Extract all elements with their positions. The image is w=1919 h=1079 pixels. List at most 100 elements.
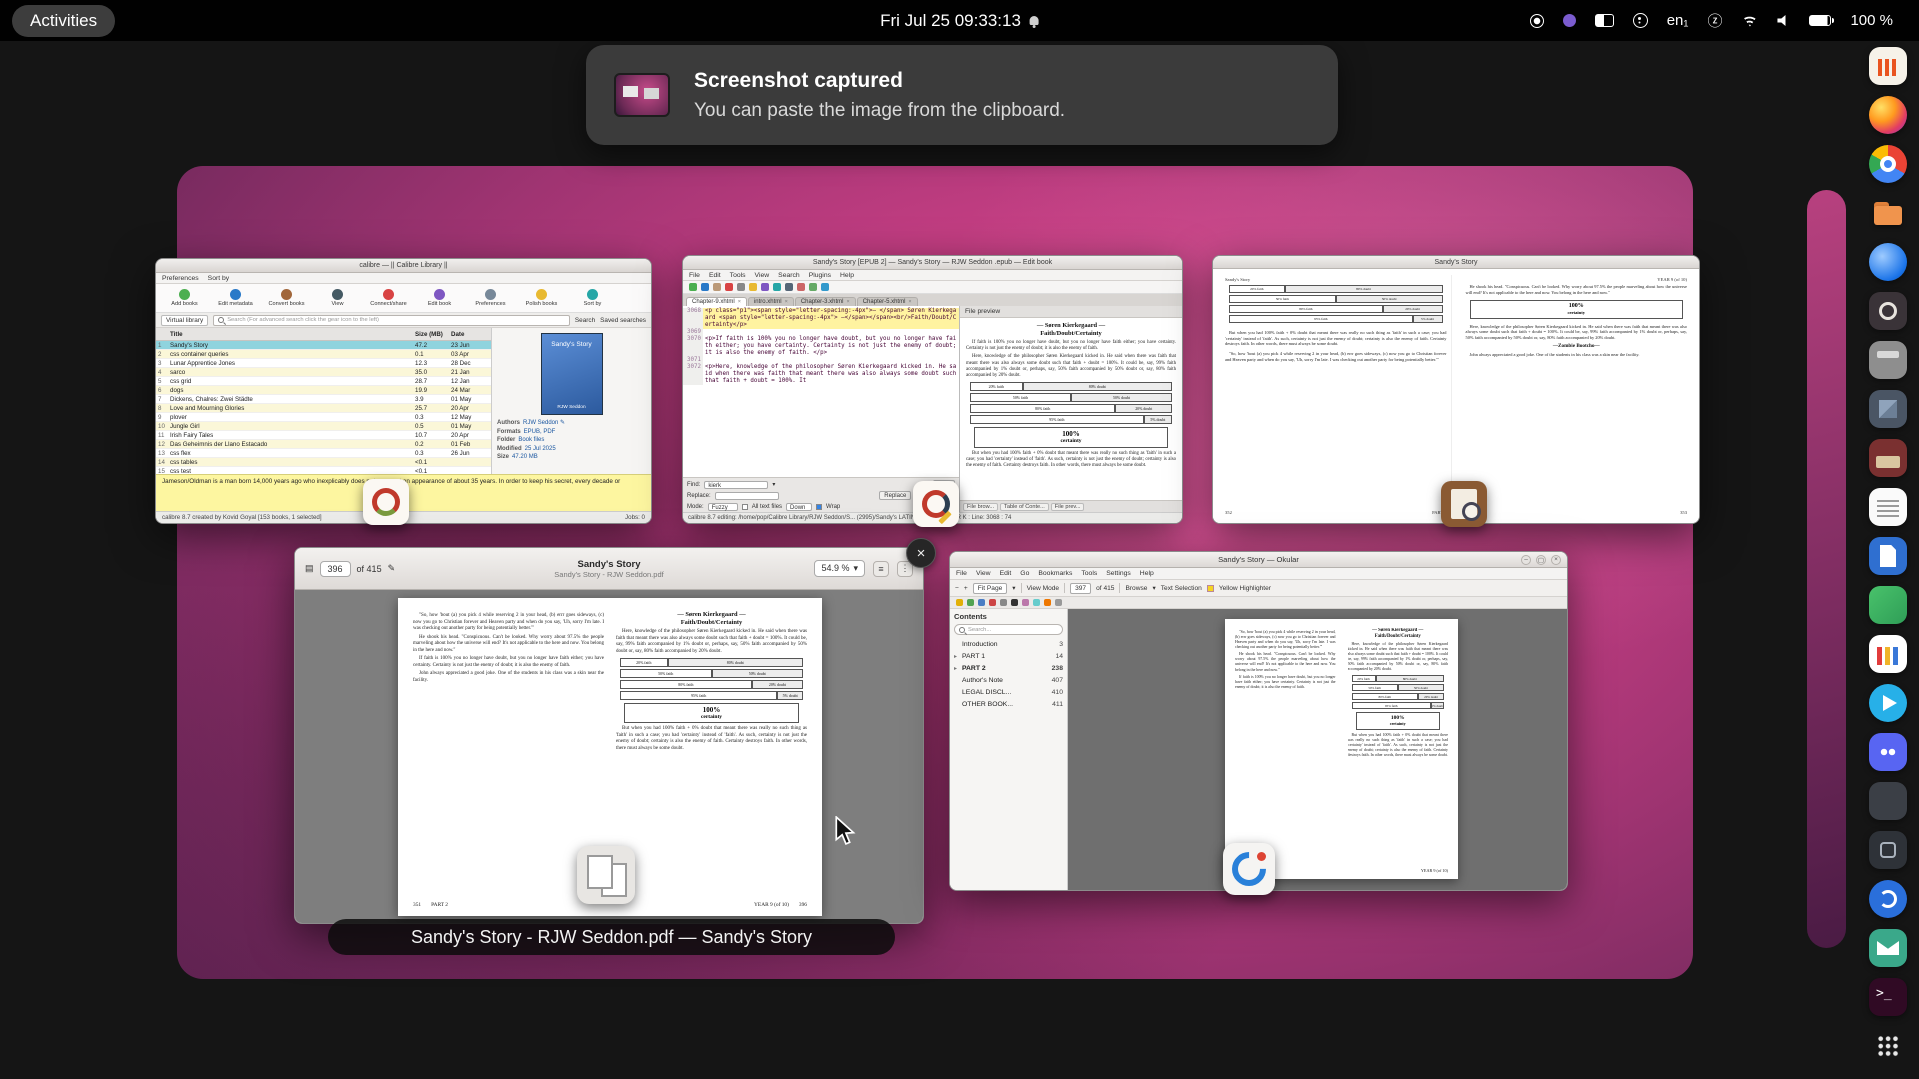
connect-share-button: Connect/share — [365, 289, 412, 307]
menu-file: File — [956, 570, 967, 577]
preferences-button: Preferences — [467, 289, 514, 307]
sort-by-button: Sort by — [569, 289, 616, 307]
dock-radio-icon[interactable] — [1869, 439, 1907, 477]
book-details-panel: Sandy's Story RJW Seddon Authors RJW Seddo… — [492, 328, 651, 474]
input-method-icon[interactable]: ⓩ — [1707, 10, 1722, 31]
dock-firefox-icon[interactable] — [1869, 96, 1907, 134]
annotation-tool-icon — [1022, 599, 1029, 606]
pdf-headerbar: ▤ 396 of 415 ✎ Sandy's Story Sandy's Sto… — [295, 548, 923, 590]
dock-boxes-icon[interactable] — [1869, 390, 1907, 428]
table-row: 15 css test <0.1 — [156, 467, 491, 474]
dock-terminal-icon[interactable] — [1869, 978, 1907, 1016]
accessibility-icon[interactable] — [1632, 13, 1648, 28]
dock-charts-icon[interactable] — [1869, 635, 1907, 673]
page-text: He shook his head. "Conspicuous. Can't b… — [1465, 284, 1688, 295]
window-okular[interactable]: Sandy's Story — Okular – ▢ × File View Edi… — [949, 551, 1568, 891]
okular-page-view: "So, how 'bout (a) you pick 4 while rese… — [1068, 609, 1567, 890]
dock-web-browser-icon[interactable] — [1869, 243, 1907, 281]
dock-chrome-icon[interactable] — [1869, 145, 1907, 183]
all-files-label: All text files — [751, 503, 783, 510]
close-window-button[interactable]: × — [906, 538, 936, 568]
page-text: Here, knowledge of the philosopher Søren… — [1347, 642, 1449, 672]
clock[interactable]: Fri Jul 25 09:33:13 — [880, 11, 1039, 31]
menu-file: File — [689, 271, 700, 279]
library-search-row: Virtual library Search (For advanced sea… — [156, 313, 651, 328]
browse-tool-button: Browse — [1125, 584, 1148, 592]
menu-bookmarks: Bookmarks — [1038, 570, 1073, 577]
toolbar-icon — [797, 283, 805, 291]
code-line: 3071 — [683, 357, 959, 364]
wifi-icon[interactable] — [1741, 14, 1759, 27]
menu-view: View — [754, 271, 770, 279]
dock-camera-icon[interactable] — [1869, 292, 1907, 330]
next-workspace-preview[interactable] — [1807, 190, 1846, 948]
replace-label: Replace: — [687, 492, 711, 499]
certainty-box: 100% certainty — [624, 703, 799, 724]
book-list-header: Title Size (MB) Date — [156, 328, 491, 341]
menu-edit: Edit — [708, 271, 721, 279]
system-status-area[interactable]: en₁ ⓩ 100 % — [1529, 10, 1907, 31]
certainty-box: 100% certainty — [1355, 712, 1440, 730]
clock-text: Fri Jul 25 09:33:13 — [880, 10, 1021, 30]
contents-sidebar: Contents Search... Introduction 3 ▸ PART 1… — [950, 609, 1068, 890]
dock-mail-icon[interactable] — [1869, 929, 1907, 967]
annotation-tool-icon — [956, 599, 963, 606]
toolbar-icon — [761, 283, 769, 291]
volume-icon[interactable] — [1777, 14, 1786, 27]
mode-select: Fuzzy — [707, 502, 738, 511]
close-icon: × — [1551, 554, 1561, 565]
sort-by-icon — [587, 289, 598, 300]
dropdown-icon: ▾ — [853, 563, 858, 573]
app-indicator-icon[interactable] — [1562, 14, 1576, 27]
file-preview-pane: File preview — Søren Kierkegaard — Faith… — [960, 306, 1182, 512]
table-row: 13 css flex 0.3 26 Jun — [156, 449, 491, 458]
highlighter-icon — [1206, 584, 1214, 592]
dock-archive-manager-icon[interactable] — [1869, 341, 1907, 379]
table-row: 5 css grid 28.7 12 Jan — [156, 377, 491, 386]
close-icon: × — [916, 544, 926, 562]
find-input: kierk — [704, 480, 769, 489]
table-row: 12 Das Geheimnis der Llano Estacado 0.2 01 … — [156, 440, 491, 449]
dock-extensions-icon[interactable] — [1869, 586, 1907, 624]
chapter-heading: Faith/Doubt/Certainty — [680, 619, 743, 626]
page-left-column: "So, how 'bout (a) you pick 4 while rese… — [413, 611, 604, 898]
annotation-tool-icon — [967, 599, 974, 606]
tiling-indicator-icon[interactable] — [1594, 14, 1614, 27]
dropdown-icon: ▾ — [1012, 585, 1016, 592]
dock-system-monitor-icon[interactable] — [1869, 47, 1907, 85]
keyboard-layout-indicator[interactable]: en₁ — [1667, 12, 1689, 29]
window-titlebar: calibre — || Calibre Library || — [156, 259, 651, 273]
zoom-in-icon: + — [963, 584, 968, 592]
dock-documents-icon[interactable] — [1869, 537, 1907, 575]
battery-icon[interactable] — [1809, 15, 1835, 26]
show-applications-icon[interactable] — [1869, 1027, 1907, 1065]
screen-record-indicator-icon[interactable] — [1529, 13, 1544, 28]
dock-discord-icon[interactable] — [1869, 733, 1907, 771]
battery-percentage: 100 % — [1850, 12, 1893, 29]
dock-media-player-icon[interactable] — [1869, 684, 1907, 722]
saved-searches-button: Saved searches — [600, 316, 646, 324]
dock-text-editor-icon[interactable] — [1869, 488, 1907, 526]
tab-chapter-9: Chapter-9.xhtml × — [686, 297, 747, 306]
page-text: John always appreciated a good joke. One… — [413, 671, 604, 683]
mode-label: Mode: — [687, 503, 704, 510]
preferences-gear-icon — [485, 289, 496, 300]
menu-preferences: Preferences — [162, 274, 199, 282]
toc-item-authors-note: Author's Note 407 — [962, 676, 1063, 684]
search-icon — [959, 626, 965, 633]
activities-button[interactable]: Activities — [12, 4, 116, 37]
meta-authors: Authors RJW Seddon ✎ — [497, 420, 566, 426]
menu-edit: Edit — [999, 570, 1012, 577]
dock-sync-icon[interactable] — [1869, 880, 1907, 918]
polish-books-icon — [536, 289, 547, 300]
dock-utility-icon[interactable] — [1869, 782, 1907, 820]
tab-chapter-5: Chapter-5.xhtml × — [856, 297, 918, 306]
annotation-tool-icon — [1000, 599, 1007, 606]
dropdown-icon: ▾ — [772, 482, 776, 488]
tab-intro: intro.xhtml × — [747, 297, 794, 306]
dock-files-icon[interactable] — [1869, 194, 1907, 232]
replace-button: Replace — [879, 491, 912, 500]
page-right-column: — Søren Kierkegaard — Faith/Doubt/Certai… — [616, 611, 807, 898]
dock-utility-icon[interactable] — [1869, 831, 1907, 869]
screenshot-notification[interactable]: Screenshot captured You can paste the im… — [586, 45, 1338, 145]
